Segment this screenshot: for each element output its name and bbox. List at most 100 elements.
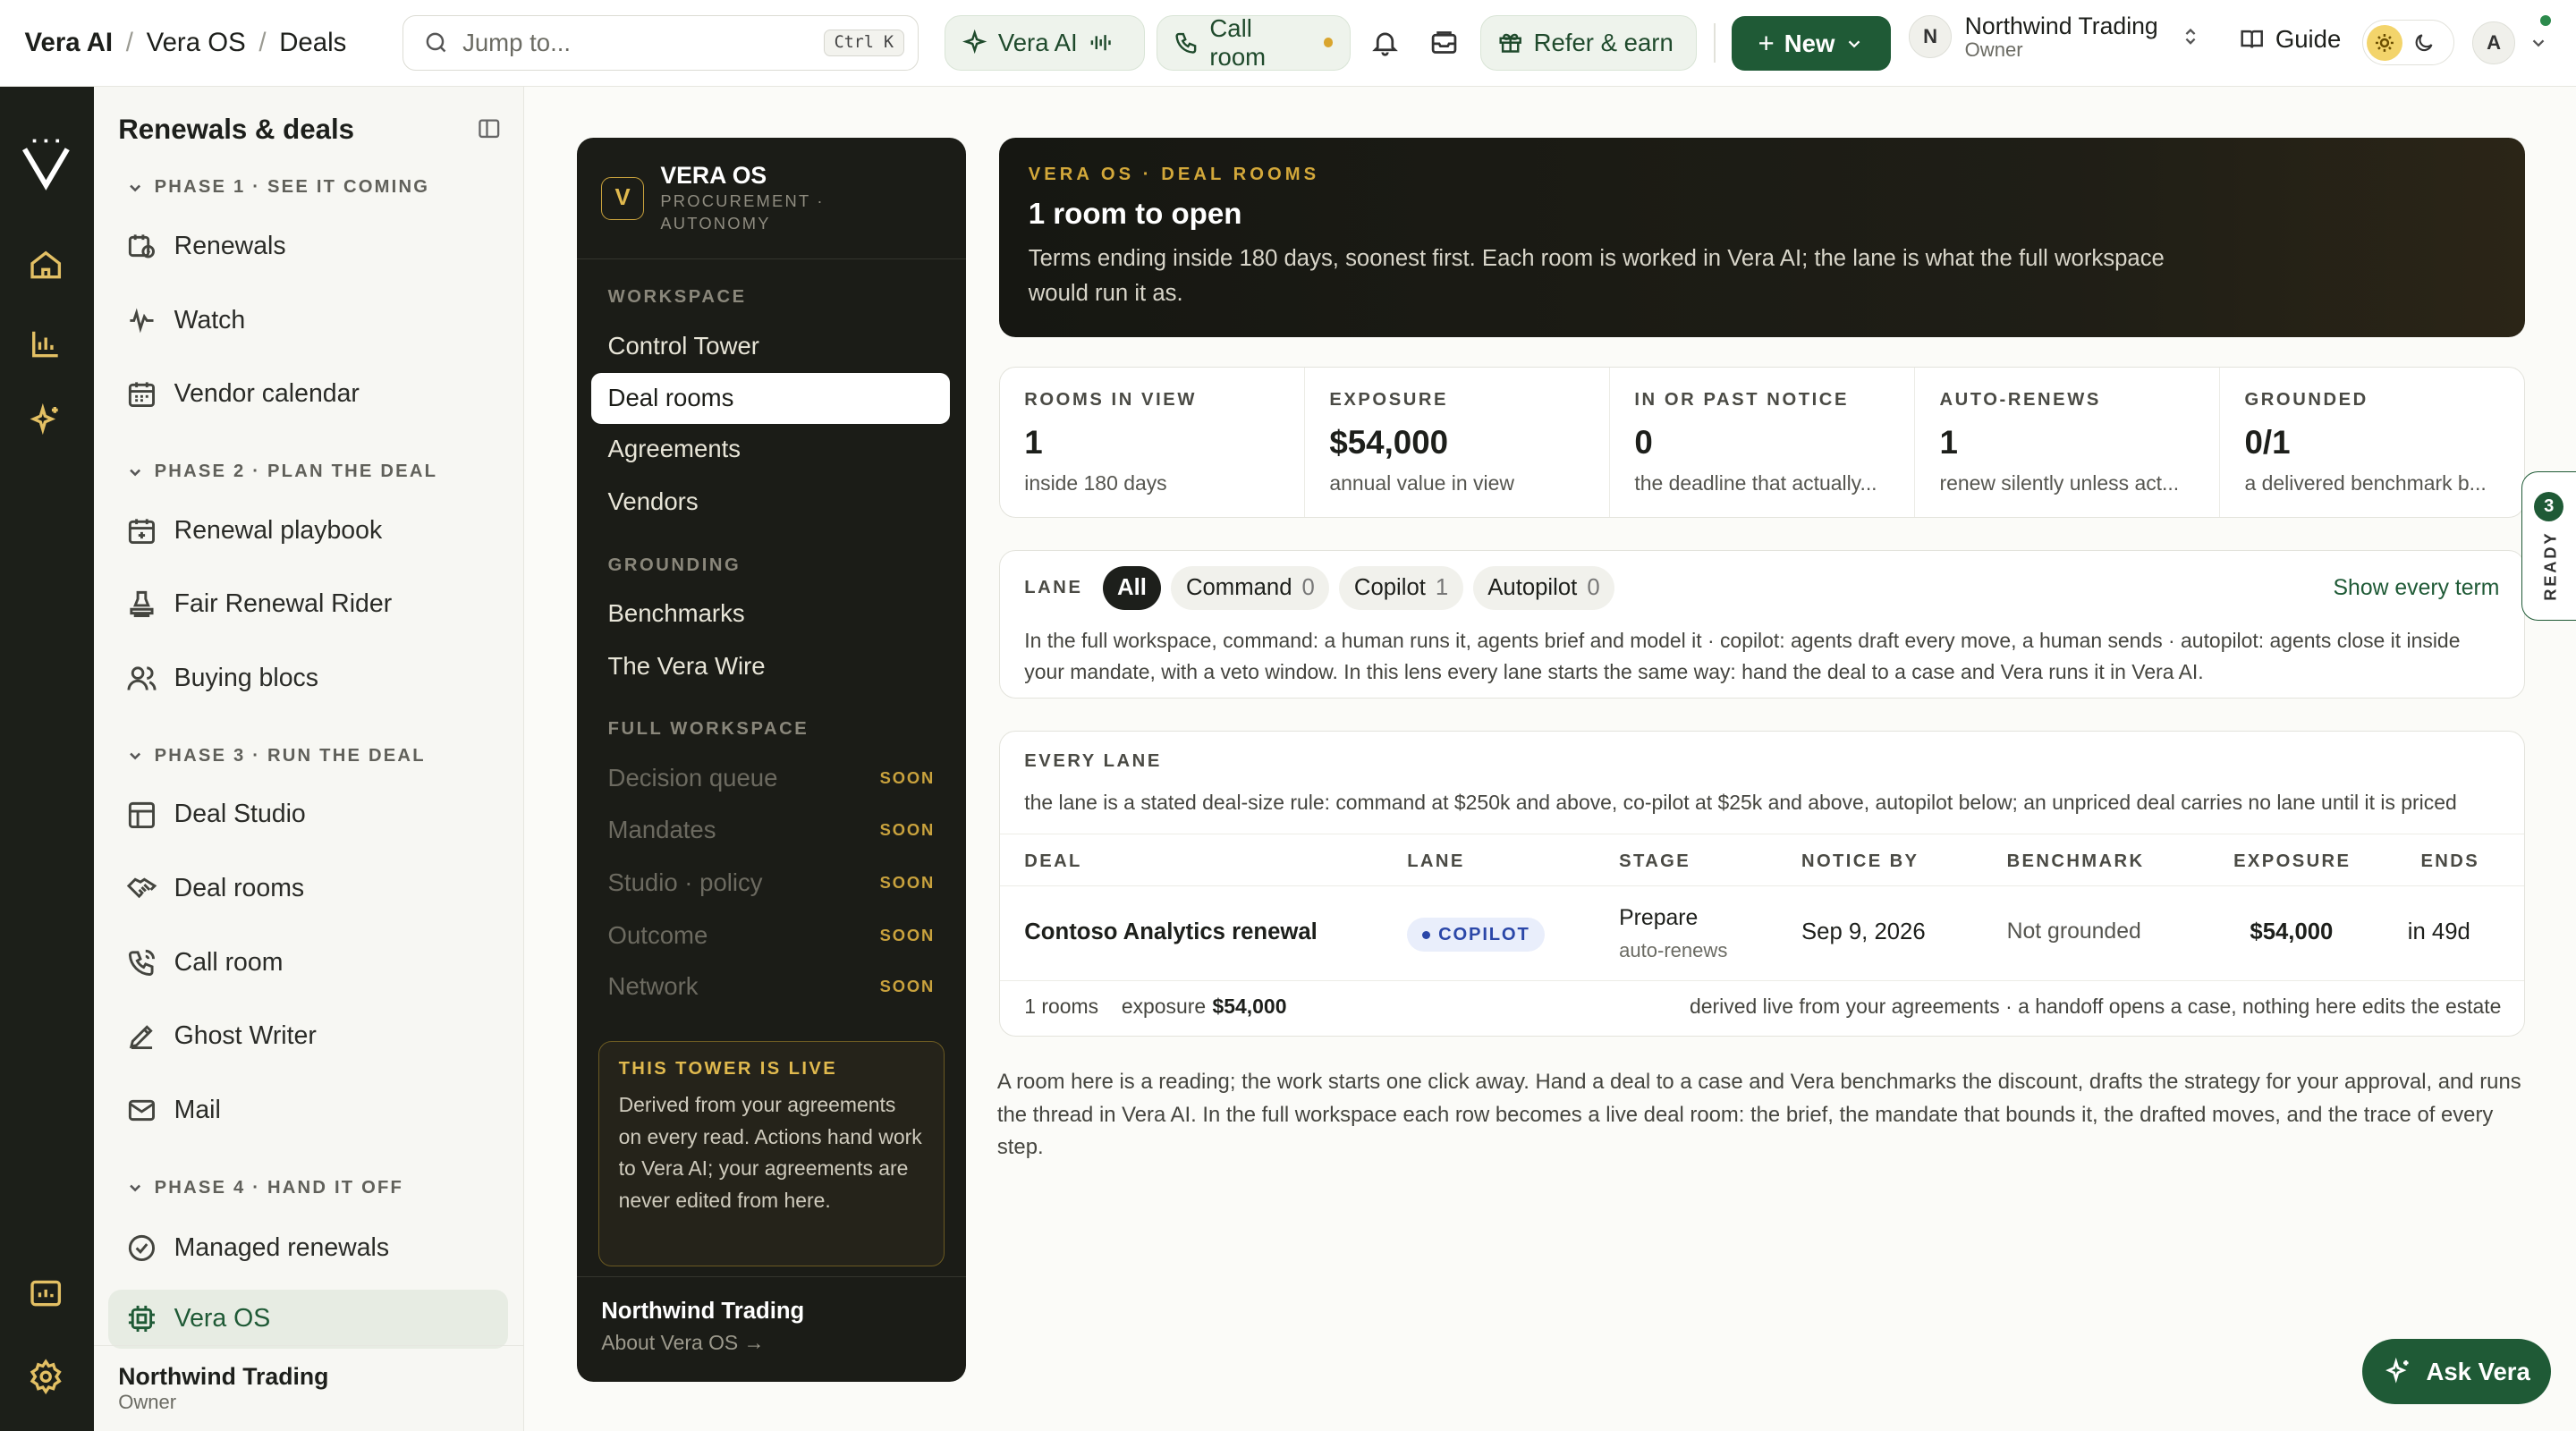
- call-room-button[interactable]: Call room: [1157, 14, 1351, 71]
- sidebar-item-label: Deal Studio: [174, 800, 306, 829]
- lane-badge-label: COPILOT: [1438, 924, 1530, 944]
- about-vera-os-link[interactable]: About Vera OS →: [601, 1331, 941, 1355]
- phase-2-header[interactable]: PHASE 2 · PLAN THE DEAL: [126, 461, 437, 482]
- chevron-down-icon: [2532, 39, 2544, 47]
- search-input[interactable]: Jump to... Ctrl K: [402, 14, 919, 71]
- sidebar-item-label: Ghost Writer: [174, 1021, 317, 1051]
- vera-os-panel: V VERA OS PROCUREMENT · AUTONOMY WORKSPA…: [576, 138, 966, 1382]
- nav-label: Studio · policy: [607, 868, 763, 897]
- breadcrumb-section[interactable]: Vera OS: [147, 28, 246, 58]
- ask-vera-label: Ask Vera: [2426, 1357, 2530, 1385]
- col-benchmark[interactable]: BENCHMARK: [2007, 851, 2145, 872]
- call-status-dot: [1323, 38, 1334, 48]
- sidebar-item-ghost-writer[interactable]: Ghost Writer: [108, 1009, 507, 1064]
- nav-vendors[interactable]: Vendors: [591, 477, 949, 528]
- chart-icon[interactable]: [28, 326, 64, 361]
- lane-chip-autopilot[interactable]: Autopilot 0: [1472, 565, 1615, 611]
- nav-benchmarks[interactable]: Benchmarks: [591, 588, 949, 639]
- vera-ai-button[interactable]: Vera AI: [945, 14, 1146, 71]
- stat-grounded: GROUNDED 0/1 a delivered benchmark b...: [2220, 368, 2524, 517]
- vera-os-title: VERA OS: [660, 161, 767, 189]
- inbox-icon: [1431, 31, 1457, 55]
- col-deal[interactable]: DEAL: [1024, 851, 1082, 872]
- chip-count: 0: [1587, 575, 1600, 601]
- breadcrumb: Vera AI / Vera OS / Deals: [0, 28, 401, 58]
- lane-chip-command[interactable]: Command 0: [1171, 565, 1330, 611]
- ask-vera-button[interactable]: Ask Vera: [2362, 1338, 2552, 1405]
- stat-value: 1: [1024, 423, 1043, 461]
- sidebar-item-watch[interactable]: Watch: [108, 292, 507, 348]
- sun-icon[interactable]: [2366, 24, 2403, 61]
- sidebar-item-vera-os[interactable]: Vera OS: [108, 1289, 508, 1349]
- lane-chip-all[interactable]: All: [1102, 565, 1162, 611]
- notifications-button[interactable]: [1365, 23, 1404, 63]
- sidebar-item-fair-renewal-rider[interactable]: Fair Renewal Rider: [108, 577, 507, 632]
- soon-badge: SOON: [879, 873, 936, 893]
- gear-icon[interactable]: [28, 1359, 64, 1395]
- deal-name[interactable]: Contoso Analytics renewal: [1024, 919, 1318, 945]
- footer-count: 1 rooms: [1024, 995, 1099, 1019]
- sparkles-icon[interactable]: [28, 402, 64, 438]
- nav-studio-policy: Studio · policy SOON: [591, 858, 949, 909]
- show-every-term-link[interactable]: Show every term: [2334, 576, 2500, 601]
- plus-icon: +: [1758, 27, 1775, 59]
- phase-3-header[interactable]: PHASE 3 · RUN THE DEAL: [126, 746, 425, 766]
- lane-chip-copilot[interactable]: Copilot 1: [1339, 565, 1463, 611]
- calendar-clock-icon: [129, 234, 156, 258]
- nav-vera-wire[interactable]: The Vera Wire: [591, 640, 949, 691]
- ends-value: in 49d: [2407, 919, 2470, 944]
- table-row[interactable]: Contoso Analytics renewal COPILOT Prepar…: [999, 886, 2524, 982]
- sidebar-item-renewal-playbook[interactable]: Renewal playbook: [108, 503, 507, 558]
- sidebar-item-label: Watch: [174, 305, 246, 334]
- col-stage[interactable]: STAGE: [1619, 851, 1690, 872]
- account-switcher[interactable]: N Northwind Trading Owner: [1909, 13, 2200, 61]
- sidebar-item-managed-renewals[interactable]: Managed renewals: [108, 1221, 507, 1276]
- sidebar-account[interactable]: Northwind Trading Owner: [93, 1345, 524, 1431]
- sidebar-item-buying-blocs[interactable]: Buying blocs: [108, 650, 507, 706]
- theme-toggle[interactable]: [2362, 20, 2455, 66]
- col-exposure[interactable]: EXPOSURE: [2233, 851, 2351, 872]
- footer-exposure-value: $54,000: [1212, 995, 1287, 1019]
- hero-description: Terms ending inside 180 days, soonest fi…: [1028, 246, 2165, 306]
- refer-earn-button[interactable]: Refer & earn: [1479, 14, 1698, 71]
- chevron-updown-icon: [2186, 29, 2196, 46]
- col-notice[interactable]: NOTICE BY: [1801, 851, 1919, 872]
- sidebar-item-call-room[interactable]: Call room: [108, 935, 507, 990]
- chip-label: Command: [1185, 575, 1292, 601]
- nav-label: Outcome: [607, 920, 708, 949]
- vera-logo-icon[interactable]: [20, 136, 72, 191]
- col-ends[interactable]: ENDS: [2420, 851, 2479, 872]
- phase-1-header[interactable]: PHASE 1 · SEE IT COMING: [126, 177, 429, 198]
- guide-button[interactable]: Guide: [2239, 25, 2341, 54]
- sidebar-item-vendor-calendar[interactable]: Vendor calendar: [108, 367, 507, 422]
- folder-icon[interactable]: [28, 1274, 64, 1310]
- stat-exposure: EXPOSURE $54,000 annual value in view: [1305, 367, 1610, 517]
- phase-4-header[interactable]: PHASE 4 · HAND IT OFF: [126, 1178, 403, 1198]
- sidebar-item-renewals[interactable]: Renewals: [108, 218, 507, 274]
- home-icon[interactable]: [28, 247, 64, 283]
- sidebar-item-label: Vendor calendar: [174, 379, 360, 409]
- footer-exposure-label: exposure: [1121, 995, 1207, 1019]
- chevron-down-icon: [1849, 40, 1860, 48]
- phone-icon: [1175, 32, 1197, 54]
- inbox-button[interactable]: [1424, 23, 1463, 63]
- lane-filter-card: LANE All Command 0 Copilot 1 Autopilot 0 Sh…: [998, 550, 2525, 699]
- deal-room-note: A room here is a reading; the work start…: [996, 1070, 2521, 1160]
- nav-agreements[interactable]: Agreements: [591, 424, 949, 475]
- col-lane[interactable]: LANE: [1407, 851, 1465, 872]
- stat-sub: a delivered benchmark b...: [2244, 470, 2487, 495]
- user-menu[interactable]: A: [2472, 21, 2547, 64]
- breadcrumb-separator: /: [258, 28, 267, 58]
- nav-deal-rooms[interactable]: Deal rooms: [591, 372, 950, 424]
- sidebar-item-mail[interactable]: Mail: [108, 1082, 507, 1138]
- ready-tab[interactable]: 3 READY: [2521, 471, 2576, 622]
- new-button[interactable]: + New: [1731, 16, 1892, 71]
- breadcrumb-brand[interactable]: Vera AI: [25, 28, 114, 58]
- stamp-icon: [130, 591, 154, 618]
- collapse-sidebar-icon[interactable]: [477, 116, 502, 141]
- sidebar-item-deal-rooms[interactable]: Deal rooms: [108, 860, 507, 916]
- vera-os-header: V VERA OS PROCUREMENT · AUTONOMY: [576, 138, 966, 260]
- nav-control-tower[interactable]: Control Tower: [591, 320, 949, 371]
- sidebar-item-deal-studio[interactable]: Deal Studio: [108, 787, 507, 843]
- moon-icon[interactable]: [2412, 31, 2436, 55]
